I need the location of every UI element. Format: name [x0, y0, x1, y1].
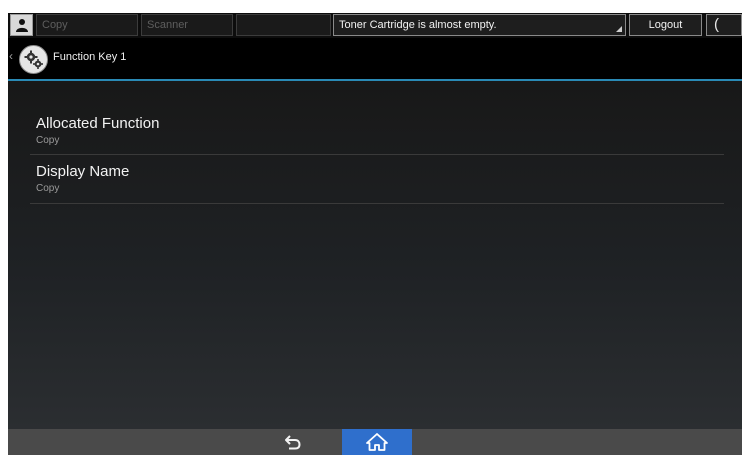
home-icon: [366, 433, 388, 451]
chevron-left-icon[interactable]: ‹: [9, 49, 13, 63]
setting-label: Allocated Function: [36, 115, 160, 132]
bottom-nav-bar: [8, 429, 742, 455]
tab-copy[interactable]: Copy: [36, 14, 138, 36]
user-icon: [15, 19, 28, 32]
tab-scanner[interactable]: Scanner: [141, 14, 233, 36]
settings-button[interactable]: [19, 45, 48, 74]
title-bar: ‹ Function Key 1: [8, 38, 742, 81]
setting-value: Copy: [36, 183, 60, 194]
tab-scanner-label: Scanner: [147, 19, 188, 31]
setting-allocated-function[interactable]: Allocated Function Copy: [30, 106, 724, 155]
energy-saver-button[interactable]: (: [706, 14, 742, 36]
setting-display-name[interactable]: Display Name Copy: [30, 155, 724, 204]
back-button[interactable]: [268, 429, 318, 455]
expand-corner-icon: [616, 26, 622, 32]
top-status-bar: Copy Scanner Toner Cartridge is almost e…: [8, 13, 742, 38]
logout-button[interactable]: Logout: [629, 14, 702, 36]
system-message-bar[interactable]: Toner Cartridge is almost empty.: [333, 14, 626, 36]
system-message-text: Toner Cartridge is almost empty.: [339, 19, 497, 31]
tab-empty[interactable]: [236, 14, 331, 36]
tab-copy-label: Copy: [42, 19, 68, 31]
back-arrow-icon: [285, 435, 301, 450]
setting-value: Copy: [36, 135, 60, 146]
user-button[interactable]: [10, 14, 33, 36]
moon-icon: (: [714, 16, 719, 33]
home-button[interactable]: [342, 429, 412, 455]
settings-list: Allocated Function Copy Display Name Cop…: [8, 81, 742, 429]
setting-label: Display Name: [36, 163, 130, 180]
page-title: Function Key 1: [53, 51, 127, 63]
gear-icon: [24, 50, 43, 69]
